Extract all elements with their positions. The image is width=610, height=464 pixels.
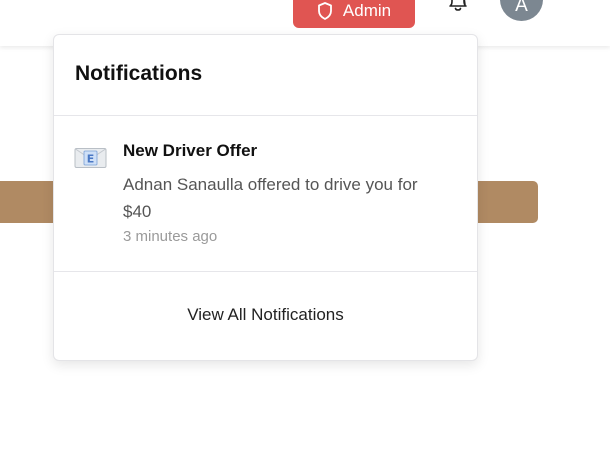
notifications-dropdown: Notifications E New Driver Offer Adnan S… (53, 34, 478, 361)
envelope-icon: E (74, 147, 107, 169)
notification-item[interactable]: E New Driver Offer Adnan Sanaulla offere… (54, 116, 477, 271)
notification-body: Adnan Sanaulla offered to drive you for … (123, 175, 418, 221)
notifications-title: Notifications (75, 62, 203, 85)
admin-button-label: Admin (342, 1, 392, 20)
page: Admin A Notifications E New Driver Offer… (0, 0, 610, 464)
user-avatar[interactable]: A (500, 0, 543, 21)
divider (54, 271, 477, 272)
notification-timestamp: 3 minutes ago (123, 228, 218, 245)
svg-text:E: E (87, 153, 95, 166)
shield-icon (317, 1, 333, 21)
admin-button[interactable]: Admin (293, 0, 415, 28)
notification-title: New Driver Offer (123, 141, 258, 160)
notifications-bell-button[interactable] (445, 0, 471, 18)
avatar-initial: A (515, 0, 528, 16)
view-all-notifications-link[interactable]: View All Notifications (54, 305, 477, 325)
bell-icon (446, 0, 470, 18)
